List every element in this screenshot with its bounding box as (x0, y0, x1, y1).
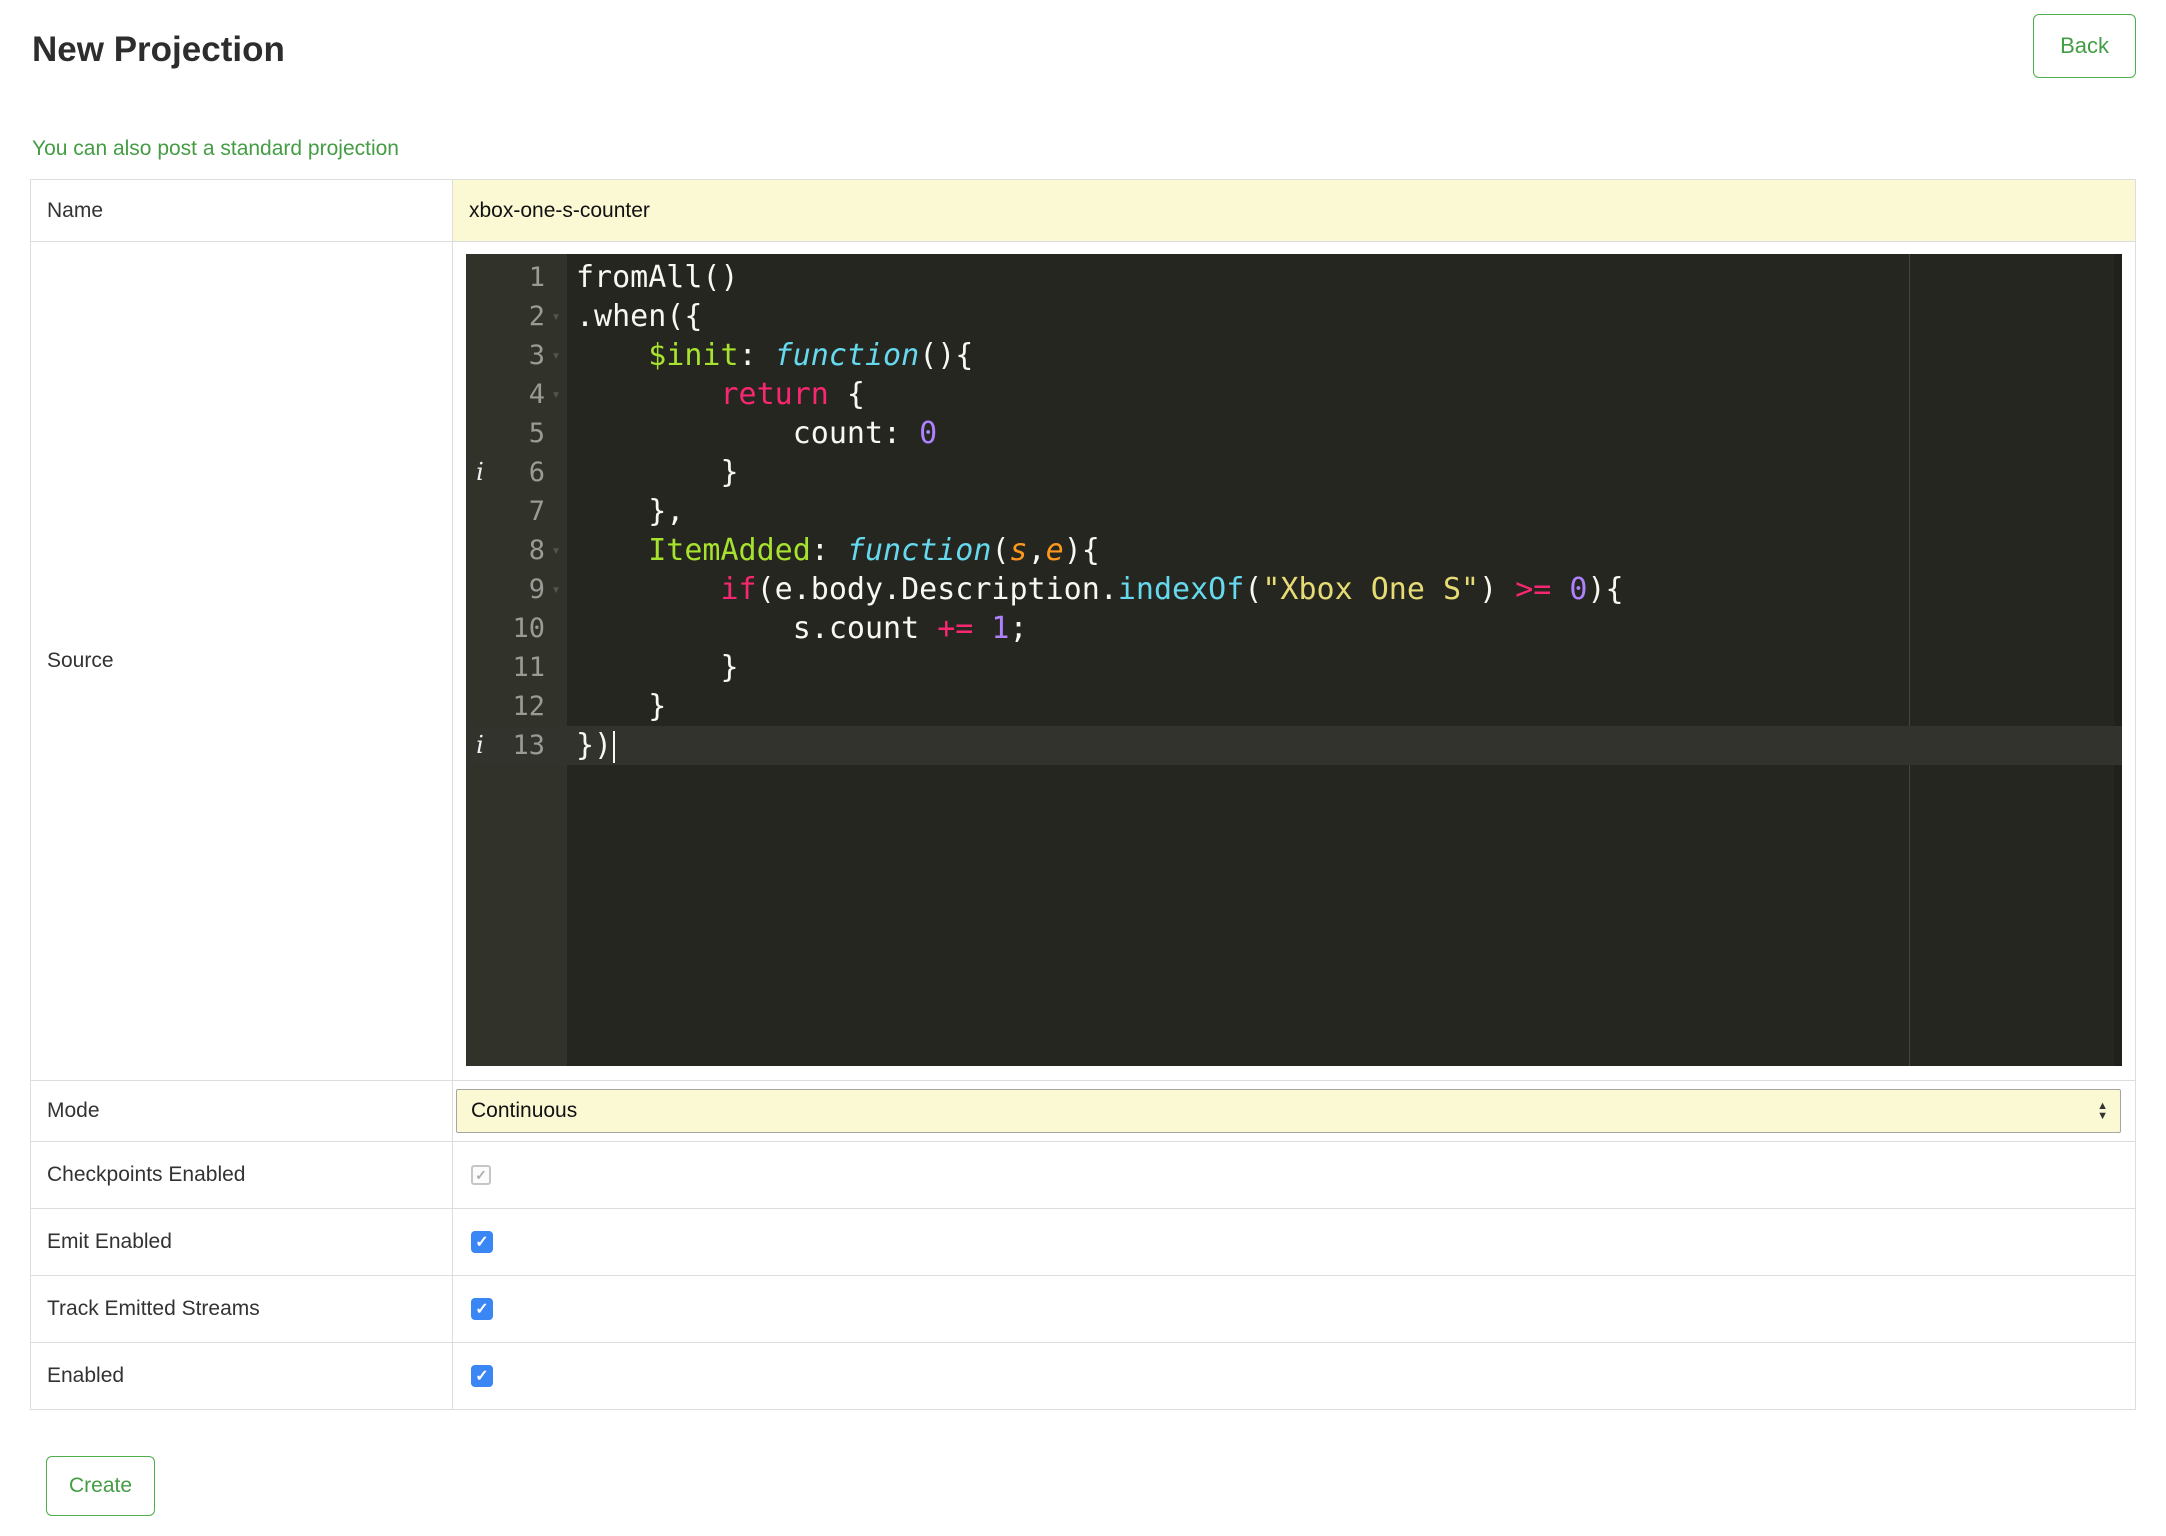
form-row-name: Name (30, 179, 2136, 242)
line-gutter: 2 ▾ (466, 297, 567, 336)
line-gutter: 1 (466, 258, 567, 297)
form-row-source: Source 1 fromAll() 2 ▾ .when({3 ▾ $init: func… (30, 241, 2136, 1081)
code-line-text: } (576, 689, 667, 724)
line-gutter: i6 (466, 453, 567, 492)
info-icon: i (476, 731, 484, 759)
enabled-value-cell: ✓ (452, 1342, 2136, 1410)
line-number: 11 (512, 652, 545, 683)
code-line-text: .when({ (576, 299, 703, 334)
enabled-checkbox[interactable]: ✓ (471, 1365, 493, 1387)
line-number: 6 (528, 457, 545, 488)
editor-line: 7 }, (466, 492, 2122, 531)
code-line-text: }, (576, 494, 685, 529)
enabled-label: Enabled (30, 1342, 453, 1410)
fold-icon[interactable]: ▾ (545, 336, 567, 375)
form-row-emit: Emit Enabled ✓ (30, 1208, 2136, 1276)
mode-label: Mode (30, 1080, 453, 1142)
emit-checkbox[interactable]: ✓ (471, 1231, 493, 1253)
name-value-cell (452, 179, 2136, 242)
checkpoints-value-cell: ✓ (452, 1141, 2136, 1209)
line-gutter: 11 (466, 648, 567, 687)
line-number: 5 (528, 418, 545, 449)
line-gutter: 3 ▾ (466, 336, 567, 375)
name-label: Name (30, 179, 453, 242)
page-header: New Projection Back (30, 14, 2136, 78)
line-number: 2 (528, 301, 545, 332)
fold-icon[interactable]: ▾ (545, 375, 567, 414)
line-number: 9 (528, 574, 545, 605)
source-code-editor[interactable]: 1 fromAll() 2 ▾ .when({3 ▾ $init: function(){… (466, 254, 2122, 1066)
code-line-text: s.count += 1; (576, 611, 1028, 646)
code-line-text: count: 0 (576, 416, 938, 451)
track-label: Track Emitted Streams (30, 1275, 453, 1343)
editor-line: 8 ▾ ItemAdded: function(s,e){ (466, 531, 2122, 570)
line-number: 12 (512, 691, 545, 722)
back-button[interactable]: Back (2033, 14, 2136, 78)
code-line-text: return { (720, 377, 866, 412)
code-line-text: $init: function(){ (648, 338, 974, 373)
form-row-track: Track Emitted Streams ✓ (30, 1275, 2136, 1343)
line-number: 13 (512, 730, 545, 761)
code-line-text: } (576, 650, 739, 685)
editor-line: 2 ▾ .when({ (466, 297, 2122, 336)
form-row-mode: Mode Continuous ▲ ▼ (30, 1080, 2136, 1142)
projection-form-table: Name Source 1fromAll()2▾.when({3▾ $init:… (30, 179, 2136, 1410)
page-title: New Projection (32, 30, 285, 69)
create-button[interactable]: Create (46, 1456, 156, 1516)
source-label: Source (30, 241, 453, 1081)
editor-line: 10 s.count += 1; (466, 609, 2122, 648)
form-row-checkpoints: Checkpoints Enabled ✓ (30, 1141, 2136, 1209)
line-gutter: 4 ▾ (466, 375, 567, 414)
editor-line: 12 } (466, 687, 2122, 726)
code-line-text: }) (567, 726, 616, 765)
editor-line: i 13}) (466, 726, 2122, 765)
checkpoints-label: Checkpoints Enabled (30, 1141, 453, 1209)
projection-name-input[interactable] (453, 180, 2135, 241)
emit-value-cell: ✓ (452, 1208, 2136, 1276)
line-gutter: 7 (466, 492, 567, 531)
line-number: 7 (528, 496, 545, 527)
fold-icon[interactable]: ▾ (545, 570, 567, 609)
info-icon: i (476, 458, 484, 486)
mode-select-value: Continuous (471, 1099, 578, 1122)
editor-line: 11 } (466, 648, 2122, 687)
line-gutter: 8 ▾ (466, 531, 567, 570)
line-gutter: 5 (466, 414, 567, 453)
line-number: 1 (528, 262, 545, 293)
track-emitted-checkbox[interactable]: ✓ (471, 1298, 493, 1320)
line-number: 4 (528, 379, 545, 410)
form-row-enabled: Enabled ✓ (30, 1342, 2136, 1410)
editor-line: 5 count: 0 (466, 414, 2122, 453)
source-value-cell: 1 fromAll() 2 ▾ .when({3 ▾ $init: function(){… (452, 241, 2136, 1081)
mode-select[interactable]: Continuous ▲ ▼ (456, 1089, 2121, 1133)
arrow-down-icon: ▼ (2097, 1110, 2108, 1122)
code-line-text: ItemAdded: function(s,e){ (648, 533, 1100, 568)
editor-line: 1 fromAll() (466, 258, 2122, 297)
editor-line: 4 ▾ return { (466, 375, 2122, 414)
line-gutter: i 13 (466, 726, 567, 765)
standard-projection-link[interactable]: You can also post a standard projection (32, 134, 399, 163)
editor-line: i6 } (466, 453, 2122, 492)
line-gutter: 9 ▾ (466, 570, 567, 609)
line-number: 3 (528, 340, 545, 371)
editor-line: 3 ▾ $init: function(){ (466, 336, 2122, 375)
editor-code-lines: 1 fromAll() 2 ▾ .when({3 ▾ $init: function(){… (466, 254, 2122, 765)
track-value-cell: ✓ (452, 1275, 2136, 1343)
fold-icon[interactable]: ▾ (545, 297, 567, 336)
line-gutter: 10 (466, 609, 567, 648)
emit-label: Emit Enabled (30, 1208, 453, 1276)
line-gutter: 12 (466, 687, 567, 726)
line-number: 8 (528, 535, 545, 566)
new-projection-page: New Projection Back You can also post a … (0, 0, 2166, 1536)
fold-icon[interactable]: ▾ (545, 531, 567, 570)
select-arrows-icon: ▲ ▼ (2097, 1101, 2108, 1122)
line-number: 10 (512, 613, 545, 644)
checkpoints-checkbox: ✓ (471, 1165, 491, 1185)
text-cursor (613, 731, 616, 763)
code-line-text: fromAll() (576, 260, 739, 295)
code-line-text: } (576, 455, 739, 490)
code-line-text: if(e.body.Description.indexOf("Xbox One … (720, 572, 1624, 607)
editor-line: 9 ▾ if(e.body.Description.indexOf("Xbox O… (466, 570, 2122, 609)
mode-value-cell: Continuous ▲ ▼ (452, 1080, 2136, 1142)
